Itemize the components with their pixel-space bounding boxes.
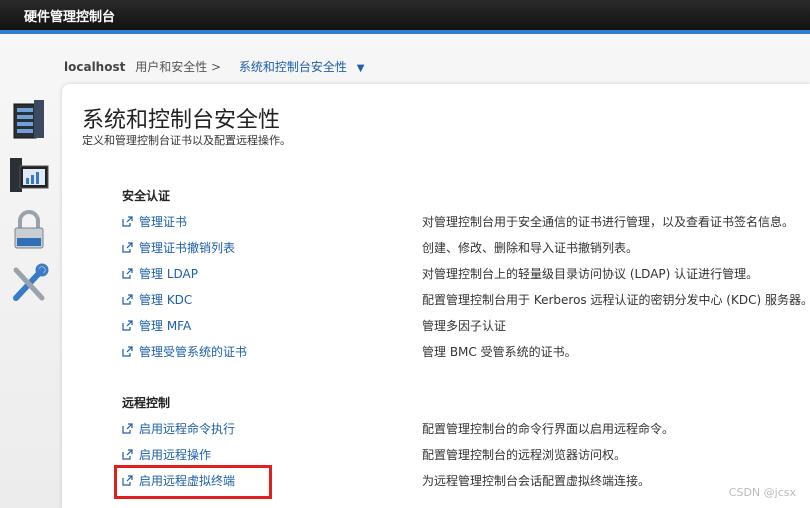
server-rack-icon[interactable] <box>8 98 50 140</box>
item-description: 配置管理控制台用于 Kerberos 远程认证的密钥分发中心 (KDC) 服务器… <box>422 293 810 307</box>
list-item: 管理 KDC 配置管理控制台用于 Kerberos 远程认证的密钥分发中心 (K… <box>122 291 810 309</box>
link-label: 启用远程操作 <box>139 448 212 462</box>
list-item: 管理受管系统的证书 管理 BMC 受管系统的证书。 <box>122 343 810 361</box>
link-manage-kdc[interactable]: 管理 KDC <box>122 291 192 308</box>
list-item: 管理 LDAP 对管理控制台上的轻量级目录访问协议 (LDAP) 认证进行管理。 <box>122 265 810 283</box>
app-header: 硬件管理控制台 <box>0 0 810 30</box>
link-manage-mfa[interactable]: 管理 MFA <box>122 317 191 334</box>
external-link-icon <box>122 346 133 360</box>
link-enable-remote-command[interactable]: 启用远程命令执行 <box>122 420 235 437</box>
item-description: 管理 BMC 受管系统的证书。 <box>422 345 577 359</box>
left-nav <box>0 92 58 508</box>
link-label: 启用远程命令执行 <box>139 422 236 436</box>
breadcrumb: localhost 用户和安全性 > 系统和控制台安全性 ▼ <box>64 58 364 75</box>
list-item: 管理证书撤销列表 创建、修改、删除和导入证书撤销列表。 <box>122 239 810 257</box>
link-manage-certificates[interactable]: 管理证书 <box>122 213 187 230</box>
link-manage-ldap[interactable]: 管理 LDAP <box>122 265 198 282</box>
link-label: 管理证书撤销列表 <box>139 241 236 255</box>
external-link-icon <box>122 216 133 230</box>
link-label: 管理 KDC <box>139 293 193 307</box>
link-label: 管理受管系统的证书 <box>139 345 248 359</box>
link-managed-system-certs[interactable]: 管理受管系统的证书 <box>122 343 247 360</box>
external-link-icon <box>122 320 133 334</box>
item-description: 配置管理控制台的远程浏览器访问权。 <box>422 448 627 462</box>
item-description: 配置管理控制台的命令行界面以启用远程命令。 <box>422 422 675 436</box>
section-heading-security-auth: 安全认证 <box>122 189 171 203</box>
monitor-chart-icon[interactable] <box>8 154 50 196</box>
link-label: 管理 MFA <box>139 319 192 333</box>
external-link-icon <box>122 294 133 308</box>
external-link-icon <box>122 423 133 437</box>
link-label: 管理 LDAP <box>139 267 198 281</box>
chevron-down-icon[interactable]: ▼ <box>357 63 365 74</box>
list-item: 管理 MFA 管理多因子认证 <box>122 317 810 335</box>
external-link-icon <box>122 242 133 256</box>
page-title: 系统和控制台安全性 <box>82 108 281 133</box>
breadcrumb-current[interactable]: 系统和控制台安全性 <box>239 60 347 74</box>
link-enable-remote-operation[interactable]: 启用远程操作 <box>122 446 211 463</box>
external-link-icon <box>122 449 133 463</box>
link-label: 管理证书 <box>139 215 188 229</box>
item-description: 为远程管理控制台会话配置虚拟终端连接。 <box>422 474 651 488</box>
padlock-icon[interactable] <box>8 208 50 250</box>
item-description: 管理多因子认证 <box>422 319 507 333</box>
list-item: 启用远程命令执行 配置管理控制台的命令行界面以启用远程命令。 <box>122 420 810 438</box>
highlight-box <box>114 465 272 499</box>
item-description: 创建、修改、删除和导入证书撤销列表。 <box>422 241 639 255</box>
external-link-icon <box>122 268 133 282</box>
watermark: CSDN @jcsx <box>728 486 796 499</box>
item-description: 对管理控制台用于安全通信的证书进行管理，以及查看证书签名信息。 <box>422 215 795 229</box>
link-manage-crl[interactable]: 管理证书撤销列表 <box>122 239 235 256</box>
list-item: 启用远程操作 配置管理控制台的远程浏览器访问权。 <box>122 446 810 464</box>
page-subtitle: 定义和管理控制台证书以及配置远程操作。 <box>82 134 291 147</box>
item-description: 对管理控制台上的轻量级目录访问协议 (LDAP) 认证进行管理。 <box>422 267 759 281</box>
breadcrumb-parent[interactable]: 用户和安全性 > <box>135 60 221 74</box>
main-content: 系统和控制台安全性 定义和管理控制台证书以及配置远程操作。 安全认证 管理证书 … <box>62 84 810 508</box>
tools-icon[interactable] <box>8 262 50 304</box>
section-heading-remote-control: 远程控制 <box>122 396 171 410</box>
list-item: 管理证书 对管理控制台用于安全通信的证书进行管理，以及查看证书签名信息。 <box>122 213 810 231</box>
breadcrumb-host[interactable]: localhost <box>64 60 125 74</box>
app-title: 硬件管理控制台 <box>24 10 116 25</box>
